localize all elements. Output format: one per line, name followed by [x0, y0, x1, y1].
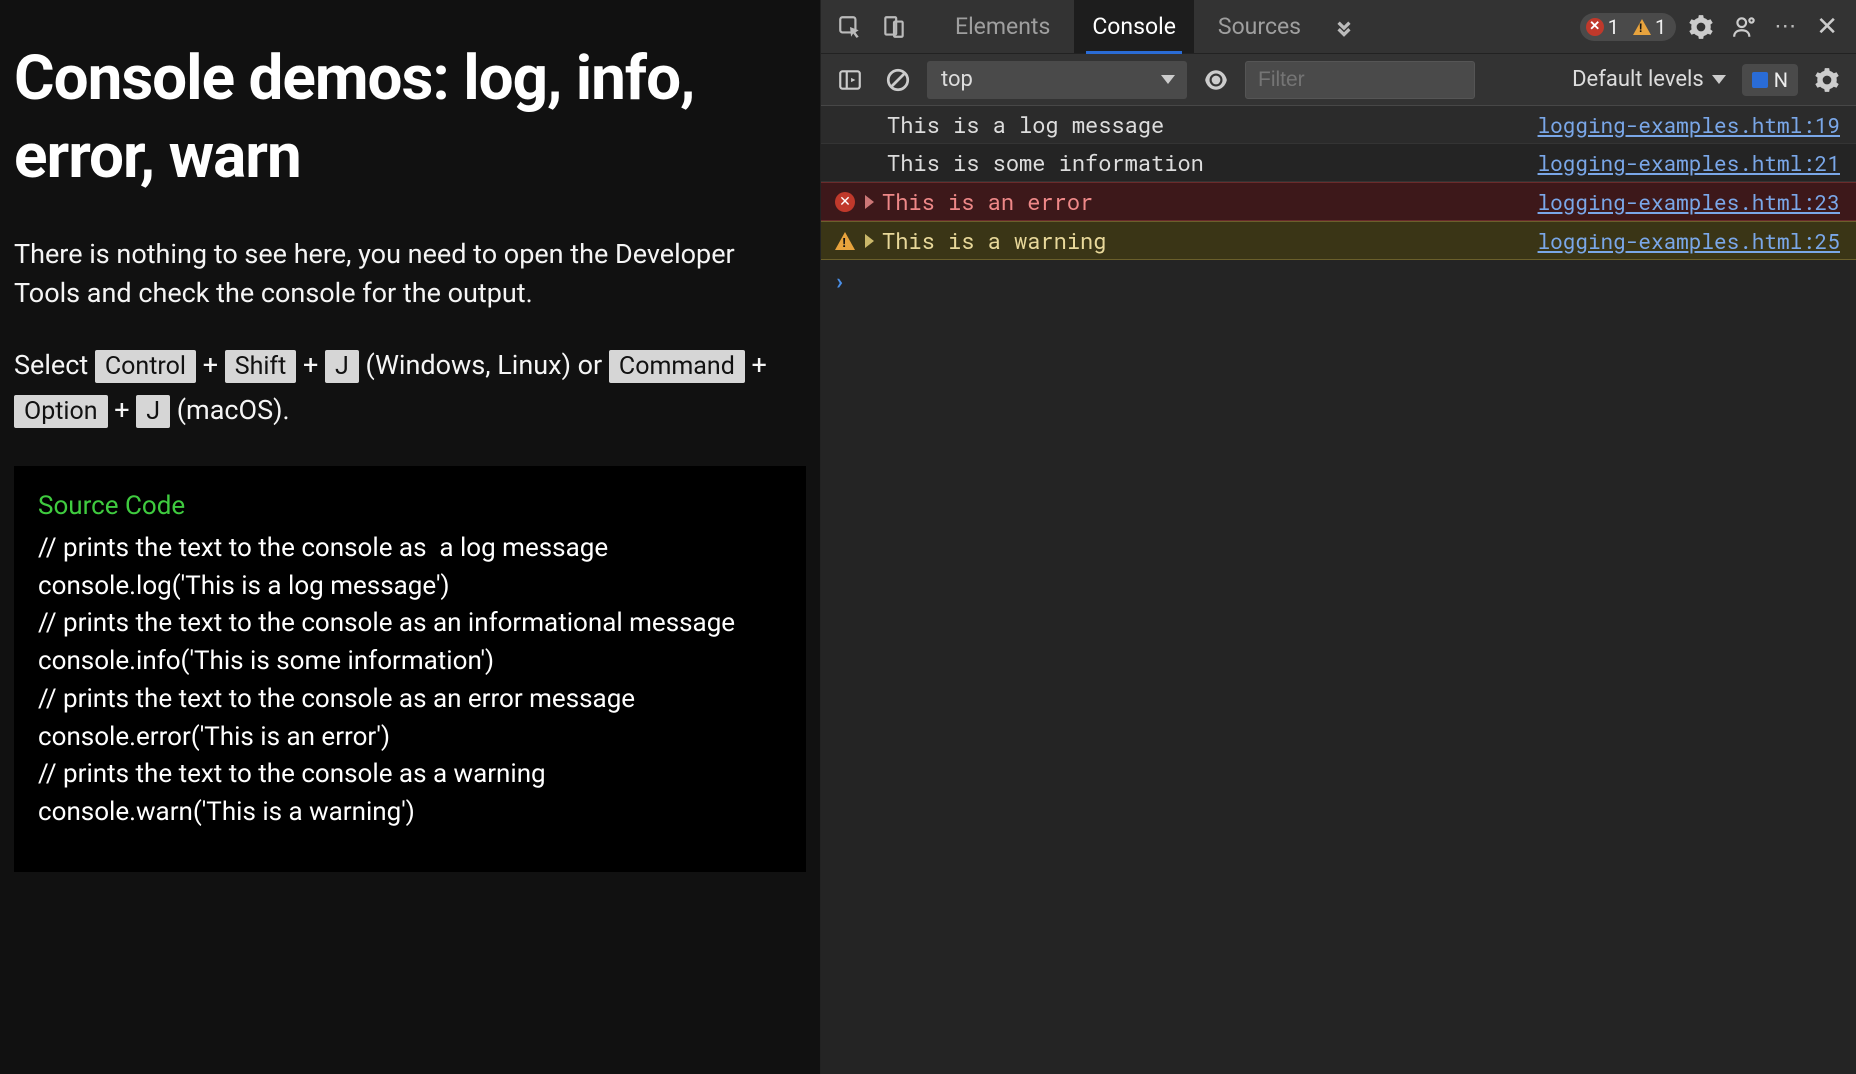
source-line: console.warn('This is a warning') — [38, 794, 782, 832]
page-title: Console demos: log, info, error, warn — [14, 40, 806, 195]
source-link[interactable]: logging-examples.html:25 — [1538, 227, 1840, 255]
keys-prefix: Select — [14, 349, 95, 381]
console-output: This is a log message logging-examples.h… — [821, 106, 1856, 1074]
account-icon[interactable] — [1726, 8, 1764, 46]
error-icon: ✕ — [1586, 18, 1604, 36]
kbd-option: Option — [14, 395, 108, 428]
chevron-down-icon — [1712, 75, 1726, 84]
source-code-box: Source Code // prints the text to the co… — [14, 466, 806, 871]
keys-mac-suffix: (macOS). — [177, 394, 290, 426]
kbd-shift: Shift — [225, 350, 297, 383]
console-prompt[interactable]: › — [821, 260, 1856, 301]
source-line: console.info('This is some information') — [38, 643, 782, 681]
keyboard-instructions: Select Control + Shift + J (Windows, Lin… — [14, 343, 806, 432]
chevron-down-icon — [1161, 75, 1175, 84]
expand-icon[interactable] — [865, 195, 874, 209]
error-icon: ✕ — [833, 192, 857, 212]
levels-label: Default levels — [1572, 67, 1704, 92]
issues-badge[interactable]: N — [1742, 64, 1798, 96]
log-levels-selector[interactable]: Default levels — [1566, 67, 1732, 92]
inspect-icon[interactable] — [831, 8, 869, 46]
kebab-menu-icon[interactable]: ⋯ — [1770, 14, 1802, 39]
keys-win-suffix: (Windows, Linux) or — [366, 349, 609, 381]
log-text: This is an error — [882, 187, 1093, 216]
warning-icon — [1633, 19, 1651, 35]
tab-sources[interactable]: Sources — [1200, 0, 1319, 53]
kbd-command: Command — [609, 350, 745, 383]
source-line: // prints the text to the console as a l… — [38, 530, 782, 568]
page-content: Console demos: log, info, error, warn Th… — [0, 0, 820, 1074]
device-icon[interactable] — [875, 8, 913, 46]
error-count: 1 — [1608, 15, 1619, 39]
sidebar-toggle-icon[interactable] — [831, 61, 869, 99]
console-row-log[interactable]: This is a log message logging-examples.h… — [821, 106, 1856, 144]
log-text: This is a log message — [887, 110, 1164, 139]
source-link[interactable]: logging-examples.html:19 — [1538, 111, 1840, 139]
log-text: This is some information — [887, 148, 1204, 177]
source-line: // prints the text to the console as an … — [38, 605, 782, 643]
error-warning-badge[interactable]: ✕ 1 1 — [1580, 13, 1677, 41]
console-row-warn[interactable]: This is a warning logging-examples.html:… — [821, 221, 1856, 260]
settings-icon[interactable] — [1682, 8, 1720, 46]
console-settings-icon[interactable] — [1808, 61, 1846, 99]
devtools-panel: Elements Console Sources ✕ 1 1 ⋯ ✕ — [820, 0, 1856, 1074]
prompt-caret-icon: › — [833, 266, 846, 295]
console-row-error[interactable]: ✕ This is an error logging-examples.html… — [821, 182, 1856, 221]
kbd-j-mac: J — [136, 395, 170, 428]
devtools-tabstrip: Elements Console Sources ✕ 1 1 ⋯ ✕ — [821, 0, 1856, 54]
console-toolbar: top Default levels N — [821, 54, 1856, 106]
more-tabs-icon[interactable] — [1325, 8, 1363, 46]
close-devtools-icon[interactable]: ✕ — [1808, 12, 1846, 42]
live-expression-icon[interactable] — [1197, 61, 1235, 99]
log-text: This is a warning — [882, 226, 1106, 255]
source-line: // prints the text to the console as an … — [38, 681, 782, 719]
context-selector[interactable]: top — [927, 61, 1187, 99]
context-value: top — [941, 67, 973, 92]
expand-icon[interactable] — [865, 234, 874, 248]
kbd-j-win: J — [325, 350, 359, 383]
filter-input[interactable] — [1245, 61, 1475, 99]
tab-console[interactable]: Console — [1074, 0, 1194, 53]
page-description: There is nothing to see here, you need t… — [14, 235, 806, 313]
issue-icon — [1752, 72, 1768, 88]
source-line: console.error('This is an error') — [38, 719, 782, 757]
tab-elements[interactable]: Elements — [937, 0, 1068, 53]
warning-count: 1 — [1655, 15, 1666, 39]
source-link[interactable]: logging-examples.html:21 — [1538, 149, 1840, 177]
issues-label: N — [1774, 68, 1788, 92]
kbd-control: Control — [95, 350, 196, 383]
source-title: Source Code — [38, 488, 782, 526]
source-link[interactable]: logging-examples.html:23 — [1538, 188, 1840, 216]
source-line: console.log('This is a log message') — [38, 568, 782, 606]
source-line: // prints the text to the console as a w… — [38, 756, 782, 794]
warning-icon — [833, 232, 857, 250]
console-row-info[interactable]: This is some information logging-example… — [821, 144, 1856, 182]
clear-console-icon[interactable] — [879, 61, 917, 99]
